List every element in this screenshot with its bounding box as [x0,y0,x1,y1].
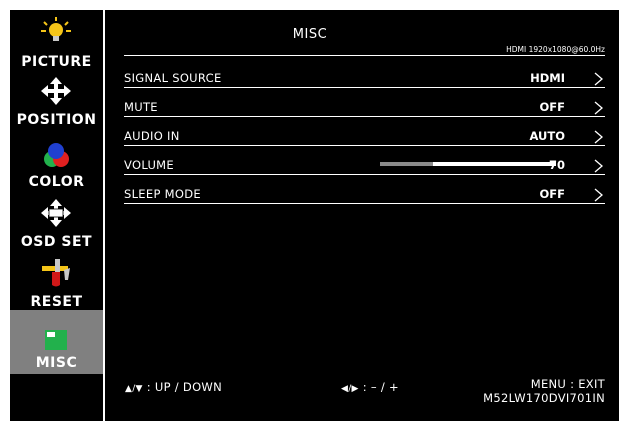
sidebar-item-label: PICTURE [21,54,92,70]
sidebar: PICTURE POSITION COLOR OSD SET RESET MIS… [10,10,103,421]
row-label: VOLUME [124,158,174,172]
chevron-right-icon[interactable] [591,187,605,203]
osd-arrows-icon [41,199,71,227]
title-divider [124,55,605,56]
page-title: MISC [292,27,328,42]
sidebar-item-picture[interactable]: PICTURE [10,10,103,70]
sidebar-item-reset[interactable]: RESET [10,256,103,314]
menu-row-mute[interactable]: MUTE OFF [124,87,605,117]
row-label: MUTE [124,100,158,114]
rgb-circles-icon [44,143,69,167]
row-value: OFF [539,187,566,201]
footer-updown-hint: ▲/▼ : UP / DOWN [125,380,222,394]
row-value: OFF [539,100,566,114]
menu-row-sleep-mode[interactable]: SLEEP MODE OFF [124,174,605,204]
sidebar-item-label: MISC [35,355,78,371]
chevron-right-icon[interactable] [591,71,605,87]
row-label: SLEEP MODE [124,187,201,201]
main-panel: MISC HDMI 1920x1080@60.0Hz SIGNAL SOURCE… [105,10,619,421]
osd-menu: PICTURE POSITION COLOR OSD SET RESET MIS… [10,10,619,421]
misc-window-icon [45,330,67,350]
signal-info: HDMI 1920x1080@60.0Hz [506,45,605,54]
sidebar-item-label: POSITION [16,112,97,128]
volume-slider-fill [380,162,433,166]
row-label: AUDIO IN [124,129,180,143]
up-down-arrows-icon: ▲/▼ [125,384,143,394]
footer-leftright-hint: ◀/▶ : – / + [341,380,399,394]
model-number: M52LW170DVI701IN [483,391,605,405]
left-right-arrows-icon: ◀/▶ [341,384,359,394]
footer-exit-text: MENU : EXIT [530,377,605,391]
menu-row-volume[interactable]: VOLUME 70 [124,145,605,175]
chevron-right-icon[interactable] [591,129,605,145]
sidebar-item-color[interactable]: COLOR [10,134,103,192]
menu-row-signal-source[interactable]: SIGNAL SOURCE HDMI [124,58,605,88]
footer-leftright-text: : – / + [362,380,399,394]
row-value: 70 [548,158,565,172]
move-arrows-icon [41,77,71,105]
sidebar-item-label: RESET [30,294,83,310]
reset-tools-icon [42,259,70,287]
sidebar-item-label: OSD SET [20,234,93,250]
sidebar-item-osd-set[interactable]: OSD SET [10,196,103,254]
sidebar-item-position[interactable]: POSITION [10,74,103,132]
volume-slider[interactable] [380,162,556,166]
menu-row-audio-in[interactable]: AUDIO IN AUTO [124,116,605,146]
sidebar-item-label: COLOR [28,174,85,190]
sidebar-item-misc[interactable]: MISC [10,310,103,374]
lightbulb-icon [41,17,71,41]
footer-updown-text: : UP / DOWN [146,380,222,394]
footer-exit-hint: MENU : EXIT M52LW170DVI701IN [483,377,605,405]
row-label: SIGNAL SOURCE [124,71,222,85]
chevron-right-icon[interactable] [591,158,605,174]
row-value: AUTO [529,129,565,143]
chevron-right-icon[interactable] [591,100,605,116]
row-value: HDMI [530,71,565,85]
